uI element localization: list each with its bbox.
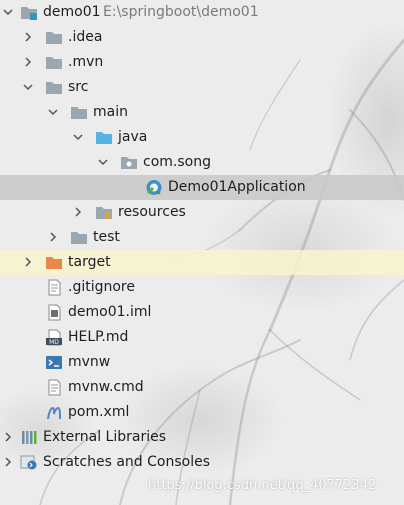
folder-icon xyxy=(71,107,87,119)
watermark-text: https://blog.csdn.net/qq_40772342 xyxy=(148,478,377,493)
tree-label-java: java xyxy=(118,129,148,145)
maven-pom-icon xyxy=(47,406,61,420)
libraries-icon xyxy=(22,431,37,444)
tree-label-target: target xyxy=(68,254,111,270)
tree-row-help[interactable]: MD HELP.md xyxy=(0,325,404,350)
markdown-file-icon: MD xyxy=(46,329,62,346)
tree-row-mvn[interactable]: .mvn xyxy=(0,50,404,75)
shell-script-icon xyxy=(46,356,62,369)
tree-label-test: test xyxy=(93,229,120,245)
module-folder-icon xyxy=(21,7,37,20)
spring-boot-class-icon xyxy=(146,180,162,195)
tree-label-iml: demo01.iml xyxy=(68,304,152,320)
text-file-icon xyxy=(48,379,61,396)
tree-label-help: HELP.md xyxy=(68,329,129,345)
tree-label-scratches: Scratches and Consoles xyxy=(43,454,210,470)
tree-label-resources: resources xyxy=(118,204,186,220)
tree-label-package: com.song xyxy=(143,154,211,170)
tree-label-gitignore: .gitignore xyxy=(68,279,135,295)
tree-row-scratches[interactable]: Scratches and Consoles xyxy=(0,450,404,475)
chevron-right-icon[interactable] xyxy=(47,231,59,243)
chevron-right-icon[interactable] xyxy=(22,31,34,43)
tree-row-package[interactable]: com.song xyxy=(0,150,404,175)
tree-row-src[interactable]: src xyxy=(0,75,404,100)
folder-icon xyxy=(46,57,62,69)
chevron-right-icon[interactable] xyxy=(2,456,14,468)
tree-row-gitignore[interactable]: .gitignore xyxy=(0,275,404,300)
tree-label-mvnw: mvnw xyxy=(68,354,111,370)
tree-row-iml[interactable]: demo01.iml xyxy=(0,300,404,325)
tree-row-java[interactable]: java xyxy=(0,125,404,150)
tree-row-main[interactable]: main xyxy=(0,100,404,125)
chevron-down-icon[interactable] xyxy=(72,131,84,143)
chevron-down-icon[interactable] xyxy=(2,6,14,18)
tree-row-project-root[interactable]: demo01 E:\springboot\demo01 xyxy=(0,0,404,25)
scratches-icon xyxy=(20,455,37,470)
tree-label-app-class: Demo01Application xyxy=(168,179,306,195)
chevron-down-icon[interactable] xyxy=(47,106,59,118)
tree-label-main: main xyxy=(93,104,128,120)
markdown-badge-text: MD xyxy=(49,339,59,346)
folder-icon xyxy=(46,82,62,94)
project-name: demo01 xyxy=(43,4,101,20)
project-path: E:\springboot\demo01 xyxy=(103,4,259,20)
resources-folder-icon xyxy=(96,207,112,219)
tree-label-idea: .idea xyxy=(68,29,103,45)
chevron-right-icon[interactable] xyxy=(22,56,34,68)
chevron-right-icon[interactable] xyxy=(2,431,14,443)
package-icon xyxy=(121,157,137,169)
folder-icon xyxy=(46,32,62,44)
tree-row-mvnw[interactable]: mvnw xyxy=(0,350,404,375)
chevron-right-icon[interactable] xyxy=(22,256,34,268)
tree-row-app-class[interactable]: Demo01Application xyxy=(0,175,404,200)
iml-file-icon xyxy=(48,304,61,321)
chevron-down-icon[interactable] xyxy=(97,156,109,168)
excluded-folder-icon xyxy=(46,257,62,269)
tree-row-pom[interactable]: pom.xml xyxy=(0,400,404,425)
tree-label-mvn: .mvn xyxy=(68,54,104,70)
tree-row-mvnw-cmd[interactable]: mvnw.cmd xyxy=(0,375,404,400)
chevron-right-icon[interactable] xyxy=(72,206,84,218)
tree-row-test[interactable]: test xyxy=(0,225,404,250)
tree-label-mvnw-cmd: mvnw.cmd xyxy=(68,379,144,395)
tree-row-idea[interactable]: .idea xyxy=(0,25,404,50)
text-file-icon xyxy=(48,279,61,296)
tree-label-external-libraries: External Libraries xyxy=(43,429,166,445)
folder-icon xyxy=(71,232,87,244)
tree-label-src: src xyxy=(68,79,89,95)
source-folder-icon xyxy=(96,132,112,144)
tree-label-pom: pom.xml xyxy=(68,404,130,420)
tree-row-resources[interactable]: resources xyxy=(0,200,404,225)
chevron-down-icon[interactable] xyxy=(22,81,34,93)
tree-row-target[interactable]: target xyxy=(0,250,404,275)
tree-row-external-libraries[interactable]: External Libraries xyxy=(0,425,404,450)
